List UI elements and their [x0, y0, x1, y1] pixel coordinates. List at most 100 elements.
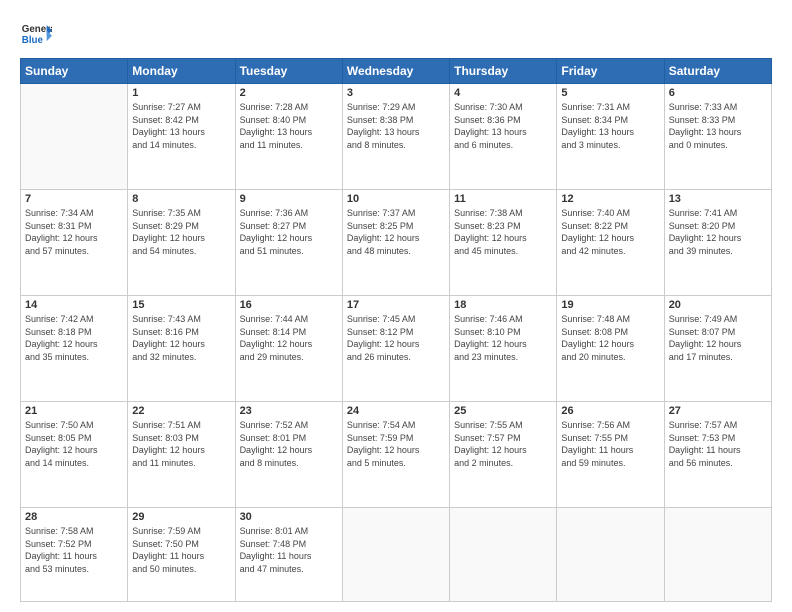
calendar-cell: 30Sunrise: 8:01 AM Sunset: 7:48 PM Dayli… — [235, 508, 342, 602]
calendar-cell — [557, 508, 664, 602]
day-info: Sunrise: 7:44 AM Sunset: 8:14 PM Dayligh… — [240, 313, 338, 363]
day-info: Sunrise: 7:41 AM Sunset: 8:20 PM Dayligh… — [669, 207, 767, 257]
calendar-cell: 10 Sunrise: 7:37 AM Sunset: 8:25 PM Dayli… — [342, 190, 449, 296]
calendar-cell: 16 Sunrise: 7:44 AM Sunset: 8:14 PM Dayli… — [235, 296, 342, 402]
day-info: Sunrise: 7:40 AM Sunset: 8:22 PM Dayligh… — [561, 207, 659, 257]
calendar-cell: 22Sunrise: 7:51 AM Sunset: 8:03 PM Dayli… — [128, 402, 235, 508]
day-number: 7 — [25, 193, 123, 205]
logo-icon: General Blue — [20, 18, 52, 50]
calendar-cell: 7 Sunrise: 7:34 AM Sunset: 8:31 PM Daylig… — [21, 190, 128, 296]
calendar-cell: 3 Sunrise: 7:29 AM Sunset: 8:38 PM Daylig… — [342, 84, 449, 190]
weekday-header: Wednesday — [342, 59, 449, 84]
calendar-cell — [664, 508, 771, 602]
day-number: 6 — [669, 87, 767, 99]
day-number: 11 — [454, 193, 552, 205]
logo: General Blue — [20, 18, 52, 50]
day-info: Sunrise: 7:28 AM Sunset: 8:40 PM Dayligh… — [240, 101, 338, 151]
day-info: Sunrise: 7:45 AM Sunset: 8:12 PM Dayligh… — [347, 313, 445, 363]
day-info: Sunrise: 7:46 AM Sunset: 8:10 PM Dayligh… — [454, 313, 552, 363]
day-number: 30 — [240, 511, 338, 523]
day-number: 28 — [25, 511, 123, 523]
day-info: Sunrise: 7:58 AM Sunset: 7:52 PM Dayligh… — [25, 525, 123, 575]
calendar-cell: 17 Sunrise: 7:45 AM Sunset: 8:12 PM Dayli… — [342, 296, 449, 402]
calendar-cell: 18 Sunrise: 7:46 AM Sunset: 8:10 PM Dayli… — [450, 296, 557, 402]
weekday-header: Tuesday — [235, 59, 342, 84]
calendar-cell: 5 Sunrise: 7:31 AM Sunset: 8:34 PM Daylig… — [557, 84, 664, 190]
day-number: 18 — [454, 299, 552, 311]
day-info: Sunrise: 7:35 AM Sunset: 8:29 PM Dayligh… — [132, 207, 230, 257]
day-info: Sunrise: 7:56 AM Sunset: 7:55 PM Dayligh… — [561, 419, 659, 469]
weekday-header: Friday — [557, 59, 664, 84]
calendar-cell: 27 Sunrise: 7:57 AM Sunset: 7:53 PM Dayli… — [664, 402, 771, 508]
calendar-cell — [450, 508, 557, 602]
calendar-cell: 13 Sunrise: 7:41 AM Sunset: 8:20 PM Dayli… — [664, 190, 771, 296]
day-info: Sunrise: 7:43 AM Sunset: 8:16 PM Dayligh… — [132, 313, 230, 363]
day-info: Sunrise: 7:33 AM Sunset: 8:33 PM Dayligh… — [669, 101, 767, 151]
day-info: Sunrise: 7:42 AM Sunset: 8:18 PM Dayligh… — [25, 313, 123, 363]
day-info: Sunrise: 7:27 AM Sunset: 8:42 PM Dayligh… — [132, 101, 230, 151]
day-number: 13 — [669, 193, 767, 205]
day-number: 15 — [132, 299, 230, 311]
day-number: 8 — [132, 193, 230, 205]
day-number: 24 — [347, 405, 445, 417]
day-info: Sunrise: 7:29 AM Sunset: 8:38 PM Dayligh… — [347, 101, 445, 151]
day-info: Sunrise: 7:57 AM Sunset: 7:53 PM Dayligh… — [669, 419, 767, 469]
calendar-cell: 14 Sunrise: 7:42 AM Sunset: 8:18 PM Dayli… — [21, 296, 128, 402]
day-info: Sunrise: 7:54 AM Sunset: 7:59 PM Dayligh… — [347, 419, 445, 469]
day-info: Sunrise: 7:34 AM Sunset: 8:31 PM Dayligh… — [25, 207, 123, 257]
weekday-header: Sunday — [21, 59, 128, 84]
calendar-cell: 20 Sunrise: 7:49 AM Sunset: 8:07 PM Dayli… — [664, 296, 771, 402]
day-number: 21 — [25, 405, 123, 417]
page: General Blue SundayMondayTuesdayWednesda… — [0, 0, 792, 612]
day-info: Sunrise: 7:31 AM Sunset: 8:34 PM Dayligh… — [561, 101, 659, 151]
calendar-cell: 21 Sunrise: 7:50 AM Sunset: 8:05 PM Dayli… — [21, 402, 128, 508]
day-number: 16 — [240, 299, 338, 311]
day-info: Sunrise: 7:55 AM Sunset: 7:57 PM Dayligh… — [454, 419, 552, 469]
day-number: 17 — [347, 299, 445, 311]
day-number: 4 — [454, 87, 552, 99]
day-number: 2 — [240, 87, 338, 99]
calendar-cell: 28 Sunrise: 7:58 AM Sunset: 7:52 PM Dayli… — [21, 508, 128, 602]
calendar-cell: 24 Sunrise: 7:54 AM Sunset: 7:59 PM Dayli… — [342, 402, 449, 508]
calendar-cell: 9Sunrise: 7:36 AM Sunset: 8:27 PM Daylig… — [235, 190, 342, 296]
calendar-cell: 11Sunrise: 7:38 AM Sunset: 8:23 PM Dayli… — [450, 190, 557, 296]
weekday-header: Saturday — [664, 59, 771, 84]
calendar-cell — [21, 84, 128, 190]
day-info: Sunrise: 7:59 AM Sunset: 7:50 PM Dayligh… — [132, 525, 230, 575]
calendar-cell: 4 Sunrise: 7:30 AM Sunset: 8:36 PM Daylig… — [450, 84, 557, 190]
day-number: 14 — [25, 299, 123, 311]
day-info: Sunrise: 7:49 AM Sunset: 8:07 PM Dayligh… — [669, 313, 767, 363]
day-number: 29 — [132, 511, 230, 523]
day-number: 20 — [669, 299, 767, 311]
calendar-cell: 6 Sunrise: 7:33 AM Sunset: 8:33 PM Daylig… — [664, 84, 771, 190]
weekday-header: Thursday — [450, 59, 557, 84]
calendar-cell: 8 Sunrise: 7:35 AM Sunset: 8:29 PM Daylig… — [128, 190, 235, 296]
calendar-cell: 29 Sunrise: 7:59 AM Sunset: 7:50 PM Dayli… — [128, 508, 235, 602]
calendar-cell: 15 Sunrise: 7:43 AM Sunset: 8:16 PM Dayli… — [128, 296, 235, 402]
day-number: 3 — [347, 87, 445, 99]
weekday-header: Monday — [128, 59, 235, 84]
day-info: Sunrise: 7:30 AM Sunset: 8:36 PM Dayligh… — [454, 101, 552, 151]
day-info: Sunrise: 7:37 AM Sunset: 8:25 PM Dayligh… — [347, 207, 445, 257]
day-number: 25 — [454, 405, 552, 417]
calendar-cell: 25 Sunrise: 7:55 AM Sunset: 7:57 PM Dayli… — [450, 402, 557, 508]
day-number: 10 — [347, 193, 445, 205]
day-info: Sunrise: 7:50 AM Sunset: 8:05 PM Dayligh… — [25, 419, 123, 469]
calendar-cell — [342, 508, 449, 602]
svg-text:Blue: Blue — [22, 35, 44, 46]
day-number: 27 — [669, 405, 767, 417]
day-number: 19 — [561, 299, 659, 311]
calendar-table: SundayMondayTuesdayWednesdayThursdayFrid… — [20, 58, 772, 602]
day-info: Sunrise: 7:52 AM Sunset: 8:01 PM Dayligh… — [240, 419, 338, 469]
day-number: 1 — [132, 87, 230, 99]
calendar-cell: 26 Sunrise: 7:56 AM Sunset: 7:55 PM Dayli… — [557, 402, 664, 508]
calendar-cell: 12 Sunrise: 7:40 AM Sunset: 8:22 PM Dayli… — [557, 190, 664, 296]
day-number: 12 — [561, 193, 659, 205]
day-number: 5 — [561, 87, 659, 99]
day-number: 9 — [240, 193, 338, 205]
calendar-cell: 2 Sunrise: 7:28 AM Sunset: 8:40 PM Daylig… — [235, 84, 342, 190]
day-info: Sunrise: 7:51 AM Sunset: 8:03 PM Dayligh… — [132, 419, 230, 469]
day-number: 26 — [561, 405, 659, 417]
header: General Blue — [20, 18, 772, 50]
calendar-cell: 1 Sunrise: 7:27 AM Sunset: 8:42 PM Daylig… — [128, 84, 235, 190]
